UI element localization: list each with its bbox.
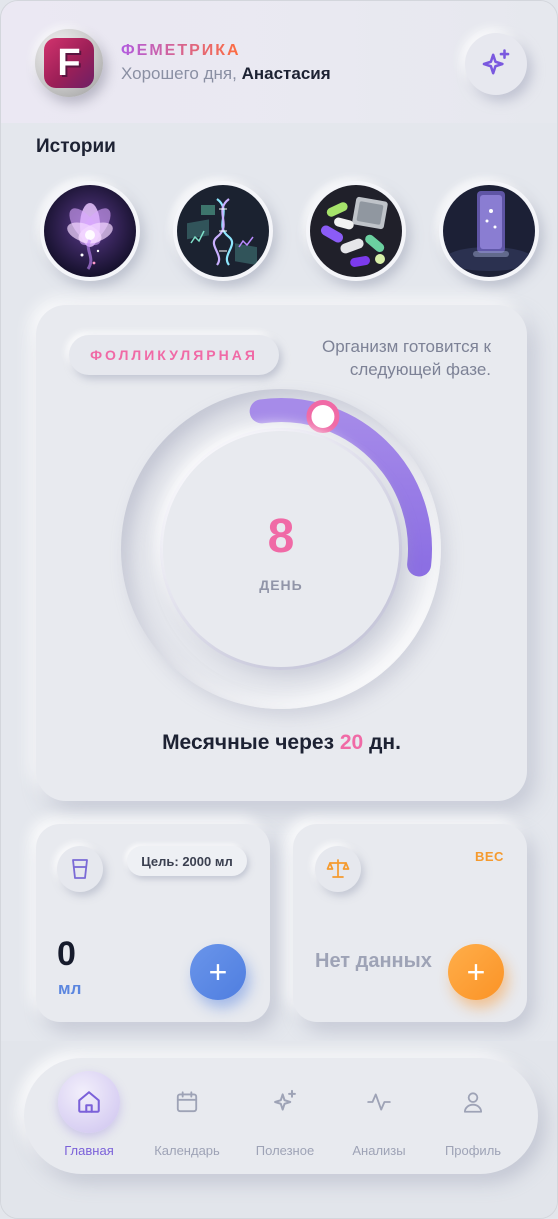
nav-label-useful: Полезное [255, 1143, 315, 1158]
sparkles-button[interactable] [465, 33, 527, 95]
pulse-icon [367, 1093, 391, 1111]
water-unit: мл [58, 979, 82, 998]
nav-label-profile: Профиль [444, 1143, 502, 1158]
app-screen: F ФЕМЕТРИКА Хорошего дня, Анастасия Исто… [0, 0, 558, 1219]
nav-label-calendar: Календарь [154, 1143, 220, 1158]
story-pills[interactable] [306, 181, 406, 281]
nav-item-profile[interactable]: Профиль [424, 1071, 522, 1167]
home-icon [78, 1091, 100, 1113]
nav-useful-icon-wrap [254, 1071, 316, 1133]
cycle-day-label: ДЕНЬ [259, 577, 303, 593]
stories-title: Истории [36, 136, 116, 157]
add-water-button[interactable]: + [190, 944, 246, 1000]
story-dna[interactable] [173, 181, 273, 281]
weight-icon-badge [315, 846, 361, 892]
sparkles-icon [482, 49, 510, 75]
nav-home-icon-wrap [58, 1071, 120, 1133]
nav-item-useful[interactable]: Полезное [236, 1071, 334, 1167]
story-image-lotus [44, 185, 136, 277]
logo-letter: F [44, 38, 94, 88]
nav-analyses-icon-wrap [348, 1071, 410, 1133]
header: F ФЕМЕТРИКА Хорошего дня, Анастасия [1, 1, 557, 123]
phase-badge: ФОЛЛИКУЛЯРНАЯ [69, 335, 279, 375]
story-image-dna [177, 185, 269, 277]
greeting: Хорошего дня, Анастасия [121, 64, 331, 84]
nav-item-analyses[interactable]: Анализы [330, 1071, 428, 1167]
period-days: 20 [339, 731, 364, 754]
calendar-icon [176, 1091, 198, 1113]
water-icon-badge [57, 846, 103, 892]
period-forecast: Месячные через 20 дн. [36, 731, 527, 755]
cycle-day-number: 8 [267, 510, 295, 563]
nav-profile-icon-wrap [442, 1071, 504, 1133]
user-name: Анастасия [241, 64, 331, 83]
user-icon [463, 1092, 483, 1113]
period-prefix: Месячные через [162, 731, 335, 754]
nav-label-analyses: Анализы [352, 1143, 406, 1158]
nav-label-home: Главная [64, 1143, 114, 1158]
story-smartphone[interactable] [439, 181, 539, 281]
progress-knob[interactable] [306, 399, 340, 433]
app-logo: F [35, 29, 103, 97]
greeting-prefix: Хорошего дня, [121, 64, 237, 83]
add-weight-button[interactable]: + [448, 944, 504, 1000]
nav-calendar-icon-wrap [156, 1071, 218, 1133]
water-value: 0 [57, 935, 76, 973]
glass-icon [72, 859, 88, 879]
nav-item-home[interactable]: Главная [40, 1071, 138, 1167]
period-suffix: дн. [369, 731, 401, 754]
weight-title: ВЕС [475, 849, 504, 864]
weight-empty-text: Нет данных [315, 950, 432, 972]
story-image-smartphone [443, 185, 535, 277]
scales-icon [326, 859, 350, 878]
brand-name: ФЕМЕТРИКА [121, 42, 241, 59]
sparkles-icon [274, 1089, 296, 1111]
story-lotus[interactable] [40, 181, 140, 281]
water-goal: Цель: 2000 мл [127, 846, 247, 876]
story-image-pills [310, 185, 402, 277]
nav-item-calendar[interactable]: Календарь [138, 1071, 236, 1167]
phase-description: Организм готовится к следующей фазе. [322, 337, 491, 379]
